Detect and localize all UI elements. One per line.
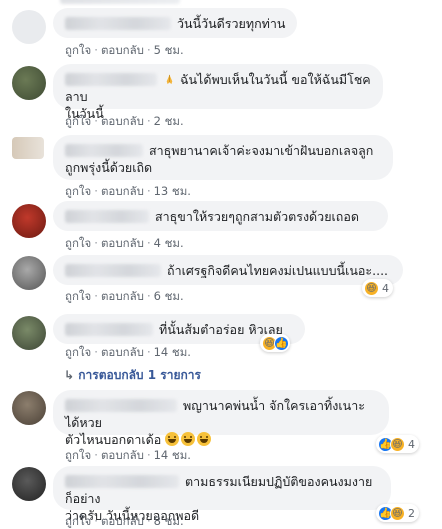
comment-bubble: วันนี้วันดีรวยทุกท่าน (53, 8, 298, 38)
comment-actions: ถูกใจ · ตอบกลับ · 14 ชม. (65, 345, 191, 359)
avatar[interactable] (12, 467, 46, 501)
haha-reaction-icon: 😆 (390, 436, 405, 452)
like-link[interactable]: ถูกใจ (65, 114, 91, 128)
grin-emoji-icon (165, 432, 180, 446)
comment-actions: ถูกใจ · ตอบกลับ · 6 ชม. (65, 289, 184, 303)
reply-arrow-icon: ↳ (64, 368, 75, 382)
comment-text: สาธุพยานาคเจ้าค่ะจงมาเข้าฝันบอกเลจลูก (149, 143, 374, 158)
commenter-name-blurred[interactable] (65, 399, 177, 412)
reaction-count: 2 (408, 506, 415, 520)
comment-text-line2: ถูกพรุ่งนี้ด้วยเถิด (65, 160, 153, 175)
like-link[interactable]: ถูกใจ (65, 345, 91, 359)
haha-reaction-icon: 😆 (390, 505, 405, 521)
cutoff-header (60, 0, 180, 4)
comment-text-line2: ตัวไหนบอกดาเด้อ (65, 432, 162, 447)
commenter-name-blurred[interactable] (65, 17, 171, 30)
commenter-name-blurred[interactable] (65, 210, 149, 223)
pray-emoji-icon (163, 73, 176, 86)
avatar[interactable] (12, 204, 46, 238)
timestamp[interactable]: 2 ชม. (154, 114, 184, 128)
grin-emoji-icon (197, 432, 212, 446)
reply-link[interactable]: ตอบกลับ (101, 43, 144, 57)
comment-text: วันนี้วันดีรวยทุกท่าน (177, 16, 286, 31)
commenter-name-blurred[interactable] (65, 475, 179, 488)
timestamp[interactable]: 4 ชม. (154, 236, 184, 250)
comment-actions: ถูกใจ · ตอบกลับ · 4 ชม. (65, 236, 184, 250)
like-link[interactable]: ถูกใจ (65, 289, 91, 303)
reply-link[interactable]: ตอบกลับ (101, 289, 144, 303)
comment-actions: ถูกใจ · ตอบกลับ · 14 ชม. (65, 448, 191, 462)
like-link[interactable]: ถูกใจ (65, 514, 91, 528)
haha-reaction-icon: 😆 (364, 280, 379, 296)
comment-bubble: ถ้าเศรฐกิจดีคนไทยคงม่เปนแบบนี้เนอะ.... (53, 255, 403, 285)
reply-link[interactable]: ตอบกลับ (101, 236, 144, 250)
like-link[interactable]: ถูกใจ (65, 43, 91, 57)
timestamp[interactable]: 8 ชม. (154, 514, 184, 528)
comment-text: สาธุขาให้รวยๆถูกสามตัวตรงด้วยเถอด (155, 209, 359, 224)
comment-actions: ถูกใจ · ตอบกลับ · 13 ชม. (65, 184, 191, 198)
like-link[interactable]: ถูกใจ (65, 184, 91, 198)
comment-bubble: ตามธรรมเนียมปฏิบัติของคนงมงายก็อย่าง ว่า… (53, 466, 391, 523)
comment-text: ถ้าเศรฐกิจดีคนไทยคงม่เปนแบบนี้เนอะ.... (167, 263, 389, 278)
comment-bubble: สาธุขาให้รวยๆถูกสามตัวตรงด้วยเถอด (53, 201, 388, 231)
view-replies-link[interactable]: ↳ การตอบกลับ 1 รายการ (64, 366, 201, 385)
like-link[interactable]: ถูกใจ (65, 448, 91, 462)
avatar[interactable] (12, 10, 46, 44)
reply-link[interactable]: ตอบกลับ (101, 184, 144, 198)
comment-bubble: ฉันได้พบเห็นในวันนี้ ขอให้ฉันมีโชคลาบ ใน… (53, 64, 383, 121)
timestamp[interactable]: 14 ชม. (154, 345, 191, 359)
commenter-name-blurred[interactable] (65, 323, 153, 336)
timestamp[interactable]: 6 ชม. (154, 289, 184, 303)
reaction-summary[interactable]: 👍 😆 4 (376, 435, 419, 453)
timestamp[interactable]: 5 ชม. (154, 43, 184, 57)
reply-link[interactable]: ตอบกลับ (101, 448, 144, 462)
reaction-summary[interactable]: 😆 👍 (260, 334, 290, 352)
reaction-count: 4 (382, 281, 389, 295)
commenter-name-blurred[interactable] (65, 73, 157, 86)
avatar[interactable] (12, 316, 46, 350)
comment-bubble: สาธุพยานาคเจ้าค่ะจงมาเข้าฝันบอกเลจลูก ถู… (53, 135, 393, 180)
timestamp[interactable]: 13 ชม. (154, 184, 191, 198)
avatar[interactable] (12, 256, 46, 290)
like-link[interactable]: ถูกใจ (65, 236, 91, 250)
comment-actions: ถูกใจ · ตอบกลับ · 2 ชม. (65, 114, 184, 128)
comment-actions: ถูกใจ · ตอบกลับ · 8 ชม. (65, 514, 184, 528)
avatar[interactable] (12, 66, 46, 100)
commenter-name-blurred[interactable] (65, 144, 143, 157)
avatar[interactable] (12, 137, 44, 159)
comment-actions: ถูกใจ · ตอบกลับ · 5 ชม. (65, 43, 184, 57)
reply-link[interactable]: ตอบกลับ (101, 345, 144, 359)
comment-bubble: พญานาคพ่นน้ำ จักใครเอาทิ้งเนาะ ได้หวย ตั… (53, 390, 389, 447)
reply-link[interactable]: ตอบกลับ (101, 514, 144, 528)
avatar[interactable] (12, 391, 46, 425)
reaction-summary[interactable]: 👍 😆 2 (376, 504, 419, 522)
reaction-summary[interactable]: 😆 4 (362, 279, 393, 297)
grin-emoji-icon (181, 432, 196, 446)
timestamp[interactable]: 14 ชม. (154, 448, 191, 462)
reaction-count: 4 (408, 437, 415, 451)
reply-link[interactable]: ตอบกลับ (101, 114, 144, 128)
like-reaction-icon: 👍 (274, 335, 289, 351)
commenter-name-blurred[interactable] (65, 264, 161, 277)
